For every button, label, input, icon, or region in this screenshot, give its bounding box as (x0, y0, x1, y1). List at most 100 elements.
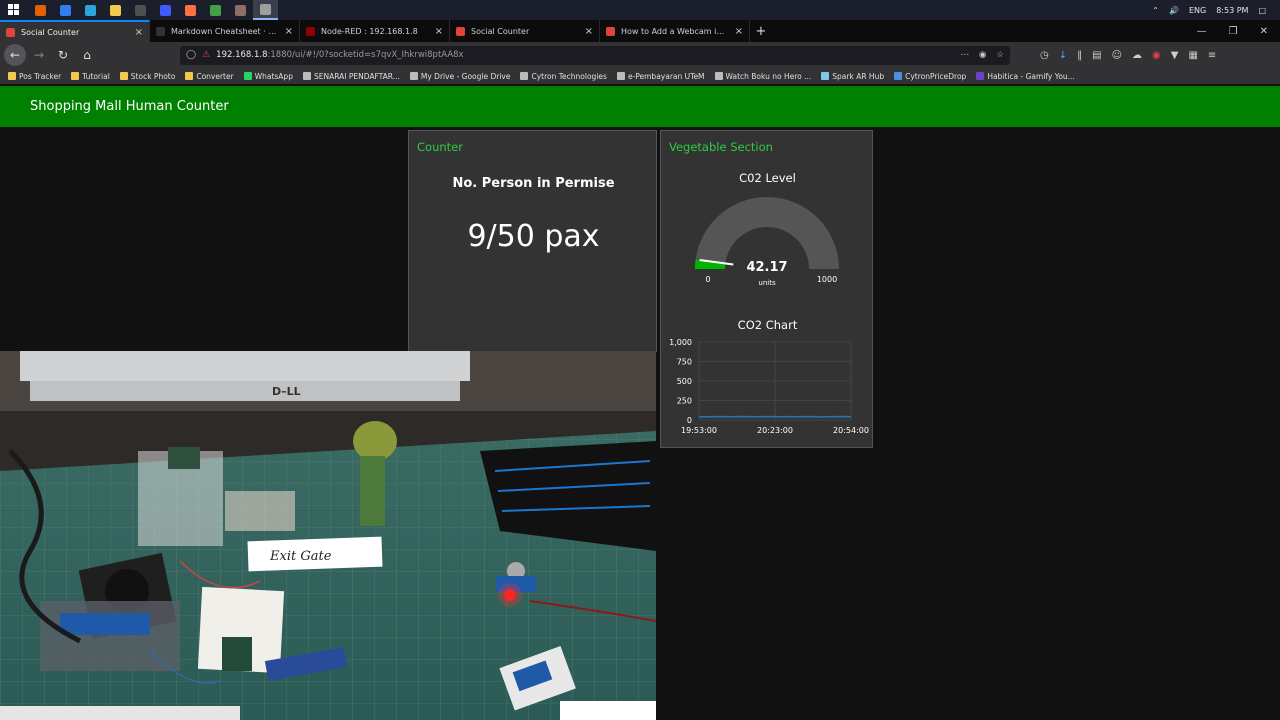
bookmark-label: SENARAI PENDAFTAR... (313, 71, 400, 81)
terminal-icon (135, 4, 146, 16)
bookmark-label: Spark AR Hub (832, 71, 885, 81)
bookmark-item[interactable]: SENARAI PENDAFTAR... (302, 71, 400, 81)
bookmark-icon (185, 72, 194, 80)
co2-line-chart: 0 250 500 750 1,000 19:53:00 20:23:00 20:54:00 (669, 338, 869, 435)
home-button[interactable]: ⌂ (76, 44, 98, 66)
minimize-icon[interactable]: — (1197, 26, 1207, 37)
taskbar-app-vscode[interactable] (53, 0, 78, 20)
chart-y-tick-label: 750 (677, 358, 692, 367)
co2-gauge: 42.17 units 0 1000 (695, 197, 839, 287)
taskbar-app-explorer[interactable] (103, 0, 128, 20)
new-tab-button[interactable]: + (750, 20, 772, 42)
bookmark-item[interactable]: Converter (185, 72, 234, 81)
taskbar-app-app6[interactable] (153, 0, 178, 20)
bookmark-label: Habitica - Gamify You... (987, 71, 1075, 81)
counter-group-title: Counter (417, 140, 463, 154)
page-actions-icon[interactable]: ⋯ (960, 50, 969, 60)
taskbar-app-app10[interactable] (253, 0, 278, 20)
bookmark-icon (409, 72, 418, 80)
history-icon[interactable]: ◷ (1040, 50, 1049, 61)
tab-close-icon[interactable]: × (585, 26, 593, 37)
bookmark-icon (520, 72, 529, 80)
bookmark-item[interactable]: CytronPriceDrop (894, 72, 966, 81)
tabs: Social Counter × Markdown Cheatsheet · ada… (0, 20, 750, 42)
library-icon[interactable]: ‖ (1077, 50, 1082, 61)
chevron-up-icon[interactable]: ⌃ (1152, 6, 1159, 15)
bookmark-item[interactable]: Cytron Technologies (520, 71, 607, 81)
vpn-icon[interactable]: ▼ (1171, 50, 1179, 61)
tab-favicon-icon (306, 26, 315, 36)
forward-button[interactable]: → (28, 44, 50, 66)
app10-icon (260, 3, 271, 15)
volume-icon[interactable]: 🔊 (1169, 6, 1179, 15)
notification-icon[interactable]: □ (1258, 6, 1266, 15)
download-icon[interactable]: ↓ (1059, 50, 1067, 61)
bookmark-label: Pos Tracker (19, 71, 62, 81)
browser-tab[interactable]: Markdown Cheatsheet · adam-p/markdown-he… (150, 20, 300, 42)
taskbar-app-app7[interactable] (178, 0, 203, 20)
bookmark-icon (8, 72, 16, 80)
bookmark-item[interactable]: Pos Tracker (8, 72, 61, 81)
windows-start-icon[interactable] (0, 0, 28, 20)
browser-tab[interactable]: How to Add a Webcam in OBS × (600, 20, 750, 42)
ad-blocker-icon[interactable]: ◉ (1152, 50, 1161, 61)
taskbar-app-telegram[interactable] (78, 0, 103, 20)
bookmark-item[interactable]: Watch Boku no Hero ... (714, 72, 811, 81)
chart-y-tick-label: 500 (677, 377, 692, 386)
menu-icon[interactable]: ≡ (1208, 50, 1216, 61)
bookmark-icon (119, 72, 128, 80)
webcam-feed: D–LL Exit Gate (0, 351, 656, 720)
back-button[interactable]: ← (4, 44, 26, 66)
browser-tab[interactable]: Social Counter × (0, 20, 150, 42)
browser-nav-bar: ← → ↻ ⌂ ◯ ⚠ 192.168.1.8 :1880/ui/#!/0?so… (0, 42, 1280, 68)
bookmark-item[interactable]: WhatsApp (243, 72, 293, 81)
bookmarks-bar: Pos Tracker Tutorial Stock Photo Converter W… (0, 68, 1280, 84)
bookmark-item[interactable]: Spark AR Hub (821, 72, 884, 81)
browser-tab[interactable]: Node-RED : 192.168.1.8 × (300, 20, 450, 42)
bookmark-label: CytronPriceDrop (905, 71, 967, 81)
bookmark-icon (302, 72, 311, 80)
taskbar-app-terminal[interactable] (128, 0, 153, 20)
insecure-lock-icon[interactable]: ⚠ (202, 50, 210, 60)
tab-close-icon[interactable]: × (435, 26, 443, 37)
bookmark-item[interactable]: Stock Photo (119, 72, 175, 81)
browser-tab[interactable]: Social Counter × (450, 20, 600, 42)
extension-icon[interactable]: ☁ (1132, 50, 1142, 61)
pocket-icon[interactable]: ◉ (979, 50, 986, 60)
sidebar-icon[interactable]: ▤ (1092, 50, 1101, 61)
browser-tab-strip: Social Counter × Markdown Cheatsheet · ada… (0, 20, 1280, 42)
close-window-icon[interactable]: ✕ (1260, 26, 1268, 37)
tab-close-icon[interactable]: × (735, 26, 743, 37)
bookmark-icon (976, 72, 985, 80)
url-bar[interactable]: ◯ ⚠ 192.168.1.8 :1880/ui/#!/0?socketid=s… (180, 45, 1010, 65)
tab-close-icon[interactable]: × (285, 26, 293, 37)
dashboard-header: Shopping Mall Human Counter (0, 86, 1280, 127)
reload-button[interactable]: ↻ (52, 44, 74, 66)
counter-heading: No. Person in Permise (452, 176, 615, 191)
bookmark-label: Cytron Technologies (531, 71, 607, 81)
gauge-value: 42.17 (746, 260, 787, 275)
language-indicator[interactable]: ENG (1189, 6, 1206, 15)
bookmark-item[interactable]: e-Pembayaran UTeM (616, 72, 705, 81)
tab-favicon-icon (6, 27, 15, 37)
shield-icon[interactable]: ◯ (186, 50, 196, 60)
vegetable-section-group: Vegetable Section C02 Level 42.17 units … (660, 130, 873, 448)
bookmark-item[interactable]: My Drive - Google Drive (409, 72, 510, 81)
gauge-min-label: 0 (705, 275, 710, 284)
account-icon[interactable]: ☺ (1112, 50, 1122, 61)
taskbar-app-app9[interactable] (228, 0, 253, 20)
clock[interactable]: 8:53 PM (1216, 6, 1248, 15)
bookmark-item[interactable]: Tutorial (71, 72, 110, 81)
chart-y-tick-label: 250 (677, 397, 692, 406)
extensions-icon[interactable]: ▦ (1188, 50, 1197, 61)
bookmark-star-icon[interactable]: ☆ (996, 50, 1004, 60)
chart-title: CO2 Chart (737, 318, 798, 332)
app7-icon (185, 4, 196, 16)
tab-favicon-icon (606, 26, 615, 36)
taskbar-app-app8[interactable] (203, 0, 228, 20)
restore-icon[interactable]: ❐ (1229, 26, 1238, 37)
taskbar-app-firefox[interactable] (28, 0, 53, 20)
tab-close-icon[interactable]: × (135, 27, 143, 38)
bookmark-item[interactable]: Habitica - Gamify You... (976, 72, 1075, 81)
taskbar-apps (28, 0, 278, 20)
